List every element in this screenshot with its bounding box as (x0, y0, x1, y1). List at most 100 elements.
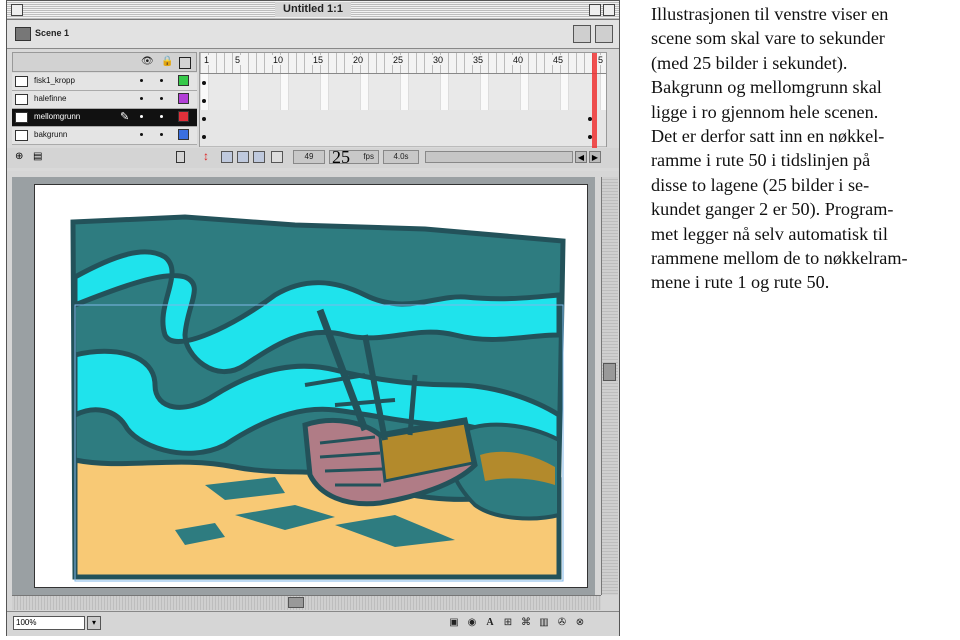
lock-icon[interactable]: 🔒 (161, 56, 173, 67)
vertical-scroll-thumb[interactable] (603, 363, 616, 381)
add-guide-icon[interactable]: ▤ (33, 151, 42, 162)
layer-icon (15, 112, 28, 123)
align-icon[interactable]: ⊞ (501, 616, 515, 630)
outline-icon[interactable] (179, 57, 191, 69)
layer-row-selected[interactable]: mellomgrunn ✎ (12, 109, 197, 127)
horizontal-scroll-thumb[interactable] (288, 597, 304, 608)
visibility-dot[interactable] (140, 115, 143, 118)
layer-icon (15, 94, 28, 105)
frame-number: 10 (272, 55, 285, 65)
caption-line: Bakgrunn og mellomgrunn skal (651, 77, 882, 98)
timeline-scrollbar[interactable] (425, 151, 573, 163)
zoom-box-icon[interactable] (589, 4, 601, 16)
pasteboard (12, 177, 595, 595)
scene-bar: Scene 1 (7, 20, 619, 49)
keyframe[interactable] (202, 117, 206, 121)
current-frame-field: 49 (293, 150, 325, 164)
layer-row[interactable]: fisk1_kropp (12, 73, 197, 91)
caption-line: met legger nå selv automatisk til (651, 223, 888, 244)
vertical-scrollbar[interactable] (601, 177, 618, 595)
timeline-panel: 👁 🔒 fisk1_kropp halefinne mellomgrunn ✎ (7, 49, 619, 171)
scene-label: Scene 1 (35, 28, 70, 38)
fps-value: 25 (332, 147, 350, 167)
library-icon[interactable]: ▥ (537, 616, 551, 630)
frame-number: 35 (472, 55, 485, 65)
pencil-icon: ✎ (120, 111, 130, 123)
timeline-controls: ⊕ ▤ ↕ 49 fps 25 4.0s ◀ ▶ (7, 147, 619, 168)
frame-number: 5 (234, 55, 242, 65)
caption-line: kundet ganger 2 er 50). Program- (651, 199, 894, 220)
window-title: Untitled 1:1 (275, 2, 351, 17)
keyframe[interactable] (202, 135, 206, 139)
lock-dot[interactable] (160, 79, 163, 82)
frame-number: 40 (512, 55, 525, 65)
layer-color-swatch[interactable] (178, 75, 189, 86)
frame-row[interactable] (200, 110, 606, 129)
layer-name: fisk1_kropp (34, 76, 75, 85)
scene-icon (15, 27, 31, 41)
instance-icon[interactable]: ⌘ (519, 616, 533, 630)
info-icon[interactable]: ▣ (447, 616, 461, 630)
playhead[interactable] (592, 53, 597, 148)
caption-line: Det er derfor satt inn en nøkkel- (651, 126, 885, 147)
onion-outline-icon[interactable] (237, 151, 249, 163)
zoom-dropdown-icon[interactable]: ▾ (87, 616, 101, 630)
lock-dot[interactable] (160, 133, 163, 136)
layer-icon (15, 76, 28, 87)
title-bar[interactable]: Untitled 1:1 (7, 1, 619, 20)
frames-grid[interactable]: 1 5 10 15 20 25 30 35 40 45 5 (199, 52, 607, 148)
color-icon[interactable]: ◉ (465, 616, 479, 630)
movie-explorer-icon[interactable]: ⊗ (573, 616, 587, 630)
frame-row[interactable] (200, 92, 606, 111)
scroll-right-arrow-icon[interactable]: ▶ (589, 151, 601, 163)
flash-window: Untitled 1:1 Scene 1 👁 🔒 fisk1_kropp hal… (6, 0, 620, 636)
caption-line: mene i rute 1 og rute 50. (651, 272, 830, 293)
layer-color-swatch[interactable] (178, 129, 189, 140)
frame-number: 5 (597, 55, 605, 65)
center-frame-icon[interactable]: ↕ (203, 149, 209, 163)
stage[interactable] (34, 184, 588, 588)
frame-ruler[interactable]: 1 5 10 15 20 25 30 35 40 45 5 (200, 53, 606, 74)
layer-name: halefinne (34, 94, 67, 103)
lock-dot[interactable] (160, 97, 163, 100)
onion-skin-icon[interactable] (221, 151, 233, 163)
frame-number: 45 (552, 55, 565, 65)
visibility-dot[interactable] (140, 79, 143, 82)
frame-row[interactable] (200, 128, 606, 147)
layer-header: 👁 🔒 (12, 52, 197, 72)
elapsed-time-field: 4.0s (383, 150, 419, 164)
caption-line: scene som skal vare to sekunder (651, 28, 885, 49)
keyframe[interactable] (202, 81, 206, 85)
frame-number: 20 (352, 55, 365, 65)
caption-line: (med 25 bilder i sekundet). (651, 52, 848, 73)
eye-icon[interactable]: 👁 (141, 56, 154, 67)
close-box-icon[interactable] (11, 4, 23, 16)
modify-markers-icon[interactable] (271, 151, 283, 163)
collapse-box-icon[interactable] (603, 4, 615, 16)
layer-row[interactable]: bakgrunn (12, 127, 197, 145)
add-layer-icon[interactable]: ⊕ (15, 151, 23, 162)
layer-color-swatch[interactable] (178, 93, 189, 104)
edit-scene-icon[interactable] (595, 25, 613, 43)
edit-multiple-icon[interactable] (253, 151, 265, 163)
edit-symbols-icon[interactable] (573, 25, 591, 43)
keyframe[interactable] (202, 99, 206, 103)
layer-color-swatch[interactable] (178, 111, 189, 122)
scroll-left-arrow-icon[interactable]: ◀ (575, 151, 587, 163)
frame-number: 25 (392, 55, 405, 65)
layer-name: mellomgrunn (34, 112, 81, 121)
frame-row[interactable] (200, 74, 606, 93)
caption-text: Illustrasjonen til venstre viser en scen… (651, 2, 956, 295)
trash-icon[interactable] (176, 151, 185, 163)
layer-row[interactable]: halefinne (12, 91, 197, 109)
horizontal-scrollbar[interactable] (12, 595, 601, 610)
zoom-field[interactable]: 100% (13, 616, 85, 630)
actions-icon[interactable]: ✇ (555, 616, 569, 630)
visibility-dot[interactable] (140, 97, 143, 100)
layer-name: bakgrunn (34, 130, 68, 139)
text-icon[interactable]: A (483, 616, 497, 630)
caption-line: ramme i rute 50 i tidslinjen på (651, 150, 871, 171)
frame-number: 1 (203, 55, 211, 65)
visibility-dot[interactable] (140, 133, 143, 136)
lock-dot[interactable] (160, 115, 163, 118)
